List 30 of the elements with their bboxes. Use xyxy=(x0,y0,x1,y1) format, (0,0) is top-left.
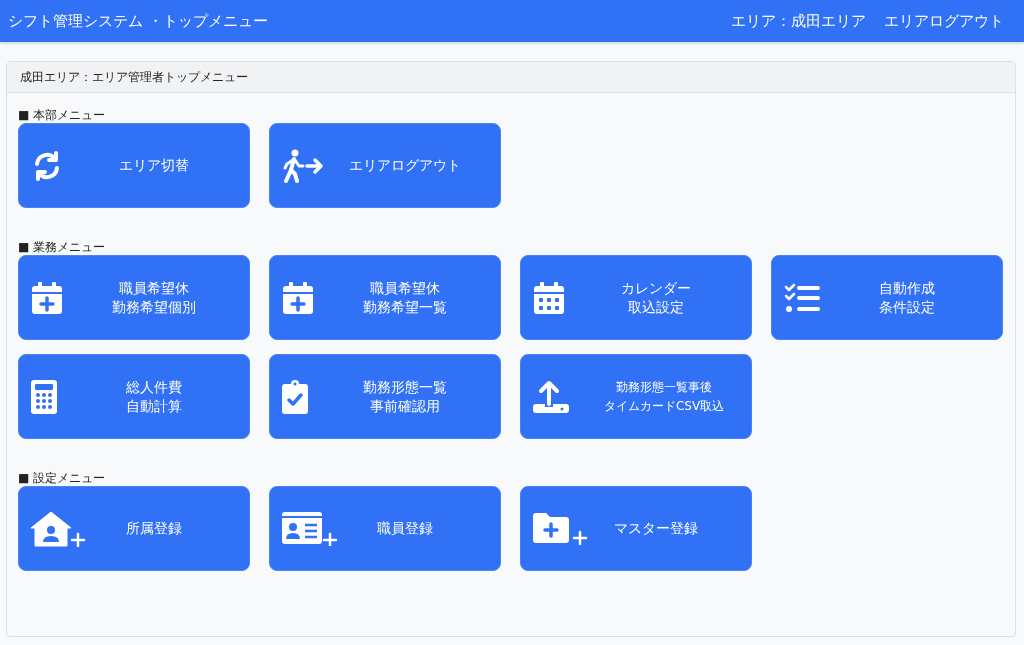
folder-plus-icon xyxy=(533,512,589,545)
logout-link[interactable]: エリアログアウト xyxy=(884,11,1004,31)
section-label: ■ 業務メニュー xyxy=(18,239,107,255)
house-person-plus-icon xyxy=(31,510,87,547)
area-label: エリア：成田エリア xyxy=(731,11,866,31)
menu-button[interactable]: エリアログアウト xyxy=(269,123,501,208)
calendar-icon xyxy=(533,280,565,315)
panel-title: 成田エリア：エリア管理者トップメニュー xyxy=(20,68,248,86)
clipboard-check-icon xyxy=(282,379,308,414)
menu-button[interactable]: 所属登録 xyxy=(18,486,250,571)
upload-icon xyxy=(533,379,569,414)
menu-button[interactable]: エリア切替 xyxy=(18,123,250,208)
checklist-icon xyxy=(784,282,820,313)
menu-button[interactable]: マスター登録 xyxy=(520,486,752,571)
menu-button[interactable]: 職員希望休 勤務希望一覧 xyxy=(269,255,501,340)
id-card-plus-icon xyxy=(282,511,338,546)
calculator-icon xyxy=(31,379,57,414)
calendar-plus-icon xyxy=(31,280,63,315)
menu-button[interactable]: 職員登録 xyxy=(269,486,501,571)
menu-button[interactable]: 勤務形態一覧 事前確認用 xyxy=(269,354,501,439)
menu-button[interactable]: 勤務形態一覧事後 タイムカードCSV取込 xyxy=(520,354,752,439)
walking-exit-icon xyxy=(282,148,326,183)
app-title: シフト管理システム ・トップメニュー xyxy=(8,11,268,31)
menu-button[interactable]: 総人件費 自動計算 xyxy=(18,354,250,439)
menu-button[interactable]: 自動作成 条件設定 xyxy=(771,255,1003,340)
menu-button[interactable]: カレンダー 取込設定 xyxy=(520,255,752,340)
section-label: ■ 設定メニュー xyxy=(18,470,107,486)
section-label: ■ 本部メニュー xyxy=(18,107,107,123)
menu-button[interactable]: 職員希望休 勤務希望個別 xyxy=(18,255,250,340)
calendar-plus-icon xyxy=(282,280,314,315)
